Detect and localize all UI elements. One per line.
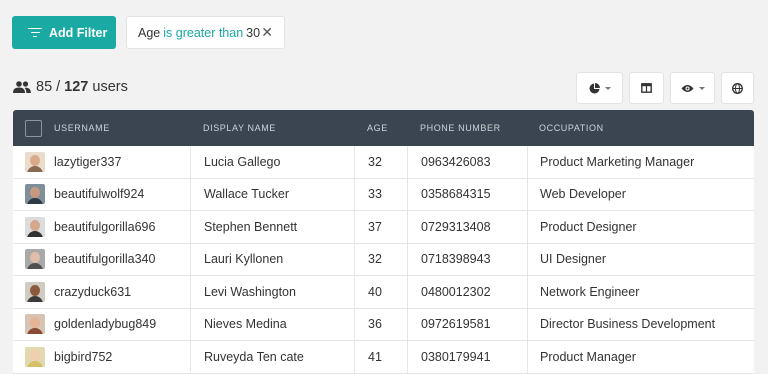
shown-count: 85 xyxy=(36,79,53,95)
column-header-phone-number[interactable]: PHONE NUMBER xyxy=(407,110,527,146)
add-filter-button[interactable]: Add Filter xyxy=(12,16,116,49)
user-count: 85 / 127 users xyxy=(13,77,128,97)
filter-operator[interactable]: is greater than xyxy=(163,26,243,40)
cell-age: 40 xyxy=(354,276,407,308)
cell-age: 41 xyxy=(354,341,407,373)
cell-username: crazyduck631 xyxy=(13,276,190,308)
add-filter-label: Add Filter xyxy=(49,25,108,40)
filter-field: Age xyxy=(138,25,161,40)
cell-display-name: Stephen Bennett xyxy=(190,211,354,243)
table-row[interactable]: lazytiger337 Lucia Gallego 32 0963426083 Pro… xyxy=(13,146,754,179)
pie-chart-icon xyxy=(589,82,600,93)
cell-display-name: Levi Washington xyxy=(190,276,354,308)
cell-age: 33 xyxy=(354,178,407,210)
table-row[interactable]: beautifulgorilla340 Lauri Kyllonen 32 07183… xyxy=(13,243,754,276)
cell-phone-number: 0718398943 xyxy=(407,243,527,275)
user-list-page: Add Filter Age is greater than 30 ✕ 85 /… xyxy=(0,0,768,374)
filter-value[interactable]: 30 xyxy=(246,26,260,40)
username-text: bigbird752 xyxy=(54,349,113,364)
cell-occupation: Director Business Development xyxy=(527,308,754,340)
cell-username: lazytiger337 xyxy=(13,146,190,178)
cell-phone-number: 0972619581 xyxy=(407,308,527,340)
username-text: lazytiger337 xyxy=(54,154,122,169)
avatar xyxy=(25,314,45,335)
eye-icon xyxy=(681,84,693,92)
cell-occupation: Product Designer xyxy=(527,211,754,243)
columns-icon xyxy=(641,83,652,93)
username-text: goldenladybug849 xyxy=(54,317,157,332)
users-table: USERNAME DISPLAY NAME AGE PHONE NUMBER O… xyxy=(13,110,754,374)
total-count: 127 xyxy=(64,79,89,95)
cell-display-name: Lucia Gallego xyxy=(190,146,354,178)
column-layout-button[interactable] xyxy=(629,72,664,104)
avatar xyxy=(25,151,45,172)
cell-username: beautifulgorilla696 xyxy=(13,211,190,243)
cell-occupation: Web Developer xyxy=(527,178,754,210)
filter-icon xyxy=(28,27,42,38)
avatar xyxy=(25,281,45,302)
globe-button[interactable] xyxy=(721,72,754,104)
avatar xyxy=(25,346,45,367)
avatar xyxy=(25,216,45,237)
table-row[interactable]: beautifulwolf924 Wallace Tucker 33 03586843… xyxy=(13,178,754,211)
select-all-checkbox[interactable] xyxy=(25,119,42,137)
avatar xyxy=(25,249,45,270)
cell-occupation: Network Engineer xyxy=(527,276,754,308)
cell-phone-number: 0358684315 xyxy=(407,178,527,210)
cell-phone-number: 0480012302 xyxy=(407,276,527,308)
username-text: beautifulwolf924 xyxy=(54,187,145,202)
table-row[interactable]: beautifulgorilla696 Stephen Bennett 37 0729… xyxy=(13,211,754,244)
active-filter-chip[interactable]: Age is greater than 30 ✕ xyxy=(126,16,285,49)
visibility-button[interactable] xyxy=(670,72,715,104)
cell-display-name: Ruveyda Ten cate xyxy=(190,341,354,373)
cell-username: beautifulwolf924 xyxy=(13,179,190,211)
cell-username: bigbird752 xyxy=(13,341,190,373)
cell-phone-number: 0963426083 xyxy=(407,146,527,178)
column-header-occupation[interactable]: OCCUPATION xyxy=(527,110,754,146)
cell-age: 32 xyxy=(354,146,407,178)
count-separator: / xyxy=(56,79,61,95)
username-text: beautifulgorilla696 xyxy=(54,219,156,234)
close-icon[interactable]: ✕ xyxy=(261,24,273,41)
table-row[interactable]: bigbird752 Ruveyda Ten cate 41 0380179941 Pr… xyxy=(13,341,754,374)
cell-occupation: UI Designer xyxy=(527,243,754,275)
cell-phone-number: 0380179941 xyxy=(407,341,527,373)
cell-age: 36 xyxy=(354,308,407,340)
chevron-down-icon xyxy=(698,86,705,90)
cell-username: goldenladybug849 xyxy=(13,309,190,341)
cell-age: 37 xyxy=(354,211,407,243)
table-body: lazytiger337 Lucia Gallego 32 0963426083 Pro… xyxy=(13,146,754,374)
username-text: beautifulgorilla340 xyxy=(54,252,156,267)
table-row[interactable]: goldenladybug849 Nieves Medina 36 097261958… xyxy=(13,308,754,341)
column-header-display-name[interactable]: DISPLAY NAME xyxy=(190,110,354,146)
table-row[interactable]: crazyduck631 Levi Washington 40 0480012302 N… xyxy=(13,276,754,309)
table-header: USERNAME DISPLAY NAME AGE PHONE NUMBER O… xyxy=(13,110,754,146)
chevron-down-icon xyxy=(604,86,611,90)
cell-display-name: Nieves Medina xyxy=(190,308,354,340)
cell-occupation: Product Marketing Manager xyxy=(527,146,754,178)
column-header-username[interactable]: USERNAME xyxy=(13,110,190,146)
chart-view-button[interactable] xyxy=(576,72,623,104)
cell-display-name: Wallace Tucker xyxy=(190,178,354,210)
column-header-age[interactable]: AGE xyxy=(354,110,407,146)
cell-occupation: Product Manager xyxy=(527,341,754,373)
username-text: crazyduck631 xyxy=(54,284,132,299)
cell-phone-number: 0729313408 xyxy=(407,211,527,243)
globe-icon xyxy=(732,82,743,94)
cell-age: 32 xyxy=(354,243,407,275)
users-icon xyxy=(13,81,31,93)
count-unit: users xyxy=(92,79,128,95)
avatar xyxy=(25,184,45,205)
cell-display-name: Lauri Kyllonen xyxy=(190,243,354,275)
cell-username: beautifulgorilla340 xyxy=(13,244,190,276)
